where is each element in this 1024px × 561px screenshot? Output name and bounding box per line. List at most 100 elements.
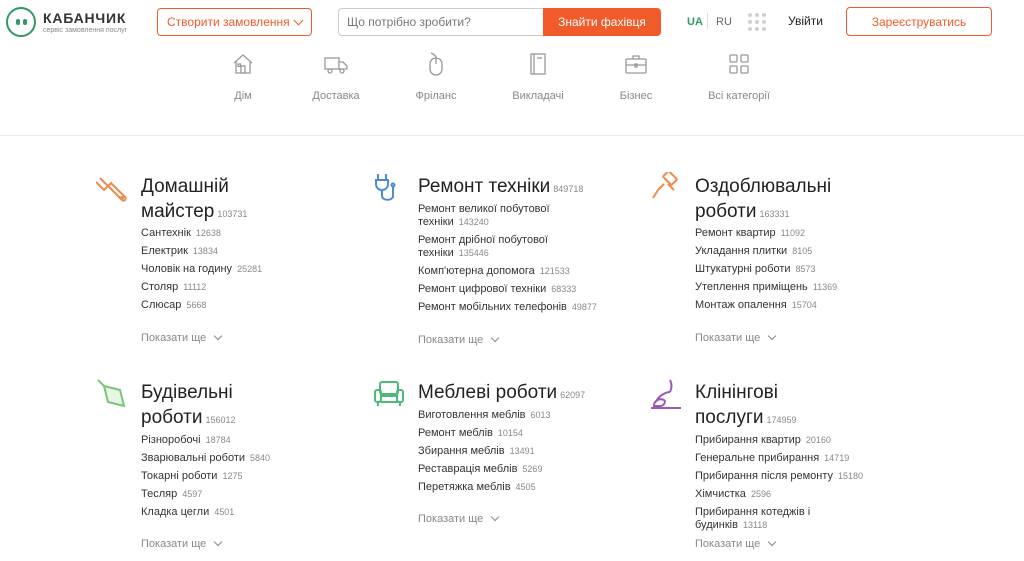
- category-count: 849718: [553, 184, 584, 194]
- chevron-down-icon: [214, 537, 223, 547]
- search-bar: Знайти фахівця: [338, 8, 661, 36]
- subcategory-item[interactable]: Кладка цегли 4501: [141, 506, 270, 519]
- plug-icon: [375, 174, 396, 201]
- subcategory-item[interactable]: Різноробочі 18784: [141, 434, 270, 447]
- logo-tagline: сервіс замовлення послуг: [43, 27, 128, 34]
- nav-item-home[interactable]: Дім: [193, 46, 293, 116]
- subcategory-list: Виготовлення меблів 6013 Ремонт меблів 101…: [418, 409, 551, 499]
- category-title[interactable]: Домашній майстер 103731: [141, 174, 341, 227]
- nav-item-all-categories[interactable]: Всі категорії: [689, 46, 789, 116]
- subcategory-item[interactable]: Виготовлення меблів 6013: [418, 409, 551, 422]
- subcategory-item[interactable]: Прибирання котеджів і будинків 13118: [695, 506, 880, 532]
- mouse-icon: [429, 52, 443, 76]
- category-title[interactable]: Ремонт техніки 849718: [418, 174, 618, 202]
- login-link[interactable]: Увійти: [788, 14, 823, 28]
- find-specialist-button[interactable]: Знайти фахівця: [543, 8, 661, 36]
- category-count: 163331: [759, 209, 790, 219]
- subcategory-item[interactable]: Електрик 13834: [141, 245, 262, 258]
- category-cleaning-services: Клінінгові послуги 174959 Прибирання квар…: [650, 378, 880, 558]
- subcategory-list: Різноробочі 18784 Зварювальні роботи 5840 …: [141, 434, 270, 524]
- lang-ua[interactable]: UA: [687, 16, 703, 28]
- show-more-button[interactable]: Показати ще: [141, 537, 223, 550]
- subcategory-item[interactable]: Ремонт великої побутової техніки 143240: [418, 203, 597, 229]
- subcategory-list: Ремонт квартир 11092 Укладання плитки 8105…: [695, 227, 837, 317]
- subcategory-item[interactable]: Зварювальні роботи 5840: [141, 452, 270, 465]
- subcategory-item[interactable]: Штукатурні роботи 8573: [695, 263, 837, 276]
- trowel-icon: [97, 379, 126, 408]
- category-title[interactable]: Меблеві роботи 62097: [418, 380, 618, 408]
- create-order-label: Створити замовлення: [167, 15, 290, 29]
- subcategory-list: Сантехнік 12638 Електрик 13834 Чоловік на …: [141, 227, 262, 317]
- subcategory-item[interactable]: Ремонт мобільних телефонів 49877: [418, 301, 597, 314]
- armchair-icon: [374, 381, 404, 406]
- nav-label: Бізнес: [619, 90, 653, 102]
- nav-label: Дім: [234, 90, 252, 102]
- category-construction-works: Будівельні роботи 156012 Різноробочі 18784…: [96, 378, 326, 558]
- subcategory-item[interactable]: Слюсар 5668: [141, 299, 262, 312]
- nav-item-teachers[interactable]: Викладачі: [488, 46, 588, 116]
- subcategory-item[interactable]: Столяр 11112: [141, 281, 262, 294]
- subcategory-item[interactable]: Чоловік на годину 25281: [141, 263, 262, 276]
- chevron-down-icon: [293, 15, 304, 26]
- nav-label: Викладачі: [512, 90, 564, 102]
- paint-roller-icon: [652, 172, 678, 199]
- subcategory-item[interactable]: Реставрація меблів 5269: [418, 463, 551, 476]
- category-count: 174959: [766, 415, 797, 425]
- subcategory-item[interactable]: Ремонт меблів 10154: [418, 427, 551, 440]
- subcategory-item[interactable]: Генеральне прибирання 14719: [695, 452, 880, 465]
- show-more-button[interactable]: Показати ще: [695, 537, 777, 550]
- subcategory-item[interactable]: Тесляр 4597: [141, 488, 270, 501]
- nav-item-business[interactable]: Бізнес: [586, 46, 686, 116]
- show-more-button[interactable]: Показати ще: [418, 333, 500, 346]
- wrench-icon: [96, 177, 127, 202]
- lang-ru[interactable]: RU: [716, 16, 732, 28]
- category-furniture-works: Меблеві роботи 62097 Виготовлення меблів 6…: [373, 378, 603, 558]
- category-title[interactable]: Будівельні роботи 156012: [141, 380, 341, 433]
- briefcase-icon: [625, 55, 647, 74]
- category-title[interactable]: Клінінгові послуги 174959: [695, 380, 895, 433]
- subcategory-item[interactable]: Ремонт дрібної побутової техніки 135446: [418, 234, 597, 260]
- category-title[interactable]: Оздоблювальні роботи 163331: [695, 174, 895, 227]
- top-header: КАБАНЧИК сервіс замовлення послуг Створи…: [0, 0, 1024, 46]
- subcategory-item[interactable]: Укладання плитки 8105: [695, 245, 837, 258]
- category-count: 103731: [217, 209, 248, 219]
- apps-grid-icon[interactable]: [748, 13, 766, 31]
- subcategory-list: Прибирання квартир 20160 Генеральне приби…: [695, 434, 880, 537]
- subcategory-list: Ремонт великої побутової техніки 143240 Ре…: [418, 203, 597, 319]
- category-nav: Дім Доставка Фріланс Викладачі Бізнес Вс…: [0, 46, 1024, 136]
- subcategory-item[interactable]: Сантехнік 12638: [141, 227, 262, 240]
- create-order-dropdown[interactable]: Створити замовлення: [157, 8, 312, 36]
- subcategory-item[interactable]: Монтаж опалення 15704: [695, 299, 837, 312]
- show-more-button[interactable]: Показати ще: [418, 512, 500, 525]
- category-count: 156012: [205, 415, 236, 425]
- nav-item-delivery[interactable]: Доставка: [286, 46, 386, 116]
- chevron-down-icon: [214, 331, 223, 341]
- register-button[interactable]: Зареєструватись: [846, 7, 992, 36]
- show-more-button[interactable]: Показати ще: [695, 331, 777, 344]
- search-input[interactable]: [338, 8, 548, 36]
- subcategory-item[interactable]: Токарні роботи 1275: [141, 470, 270, 483]
- category-equipment-repair: Ремонт техніки 849718 Ремонт великої побу…: [373, 172, 603, 352]
- subcategory-item[interactable]: Ремонт квартир 11092: [695, 227, 837, 240]
- category-home-master: Домашній майстер 103731 Сантехнік 12638 Ел…: [96, 172, 326, 352]
- subcategory-item[interactable]: Ремонт цифрової техніки 68333: [418, 283, 597, 296]
- logo-pig-icon: [6, 7, 36, 37]
- logo[interactable]: КАБАНЧИК сервіс замовлення послуг: [6, 5, 141, 39]
- subcategory-item[interactable]: Прибирання квартир 20160: [695, 434, 880, 447]
- nav-label: Доставка: [312, 90, 360, 102]
- chevron-down-icon: [491, 512, 500, 522]
- show-more-button[interactable]: Показати ще: [141, 331, 223, 344]
- vacuum-icon: [651, 379, 681, 409]
- nav-item-freelance[interactable]: Фріланс: [386, 46, 486, 116]
- subcategory-item[interactable]: Перетяжка меблів 4505: [418, 481, 551, 494]
- logo-name: КАБАНЧИК: [43, 10, 127, 26]
- category-count: 62097: [560, 390, 586, 400]
- chevron-down-icon: [491, 333, 500, 343]
- subcategory-item[interactable]: Прибирання після ремонту 15180: [695, 470, 880, 483]
- subcategory-item[interactable]: Комп'ютерна допомога 121533: [418, 265, 597, 278]
- subcategory-item[interactable]: Збирання меблів 13491: [418, 445, 551, 458]
- subcategory-item[interactable]: Утеплення приміщень 11369: [695, 281, 837, 294]
- truck-icon: [324, 57, 348, 74]
- subcategory-item[interactable]: Хімчистка 2596: [695, 488, 880, 501]
- house-icon: [233, 54, 253, 74]
